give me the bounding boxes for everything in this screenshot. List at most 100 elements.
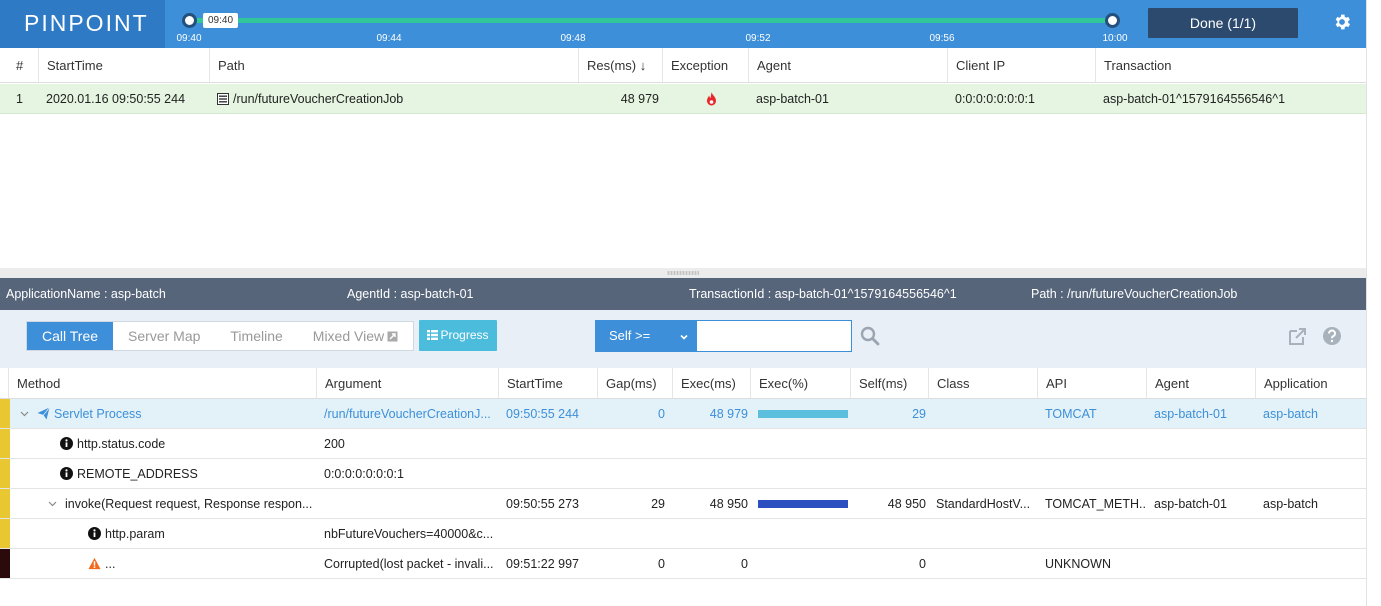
chevron-down-icon[interactable]	[48, 499, 57, 508]
timeline-tick: 09:52	[745, 33, 771, 44]
col-argument[interactable]: Argument	[316, 368, 499, 398]
col-exec-pct[interactable]: Exec(%)	[750, 368, 851, 398]
ct-class: StandardHostV...	[936, 496, 1031, 511]
info-icon	[60, 437, 73, 450]
ct-method-cell: http.param	[80, 519, 316, 548]
range-start-handle[interactable]	[182, 13, 197, 28]
col-method[interactable]: Method	[8, 368, 316, 398]
ct-agent: asp-batch-01	[1154, 496, 1227, 511]
tab-mixed-view-label: Mixed View	[312, 328, 385, 344]
tx-exception-cell	[698, 84, 738, 113]
call-tree-row[interactable]: http.status.code 200	[0, 429, 1366, 459]
info-transaction-id: TransactionId : asp-batch-01^15791645565…	[689, 287, 957, 301]
ct-gap: 29	[651, 496, 665, 511]
transaction-info-bar: ApplicationName : asp-batch AgentId : as…	[0, 278, 1366, 310]
col-self[interactable]: Self(ms)	[850, 368, 929, 398]
ct-self: 0	[919, 556, 926, 571]
ct-api: UNKNOWN	[1045, 556, 1111, 571]
open-new-window-icon[interactable]	[1287, 326, 1308, 347]
col-ct-starttime[interactable]: StartTime	[498, 368, 598, 398]
ct-api: TOMCAT	[1045, 406, 1097, 421]
col-exec[interactable]: Exec(ms)	[672, 368, 751, 398]
self-filter-label: Self >=	[609, 328, 651, 343]
ct-method-cell: ...	[80, 549, 316, 578]
col-transaction[interactable]: Transaction	[1095, 48, 1366, 82]
row-status-marker	[0, 489, 10, 518]
info-application-name: ApplicationName : asp-batch	[6, 287, 166, 301]
ct-exec-pct-cell	[750, 489, 851, 518]
range-end-handle[interactable]	[1105, 13, 1120, 28]
chevron-down-icon[interactable]	[20, 409, 29, 418]
tab-mixed-view[interactable]: Mixed View	[298, 322, 413, 350]
splitter-grip[interactable]	[667, 271, 699, 275]
window-scrollbar[interactable]	[1366, 0, 1381, 606]
col-starttime[interactable]: StartTime	[38, 48, 210, 82]
info-agent-id: AgentId : asp-batch-01	[347, 287, 474, 301]
ct-application: asp-batch	[1263, 406, 1318, 421]
timeline-tick: 09:56	[929, 33, 955, 44]
ct-starttime: 09:50:55 273	[506, 496, 579, 511]
ct-argument: /run/futureVoucherCreationJ...	[324, 406, 491, 421]
tab-timeline[interactable]: Timeline	[215, 322, 297, 350]
tx-num: 1	[16, 91, 23, 106]
info-icon	[60, 467, 73, 480]
warning-icon	[88, 557, 101, 570]
self-filter-input[interactable]	[696, 320, 852, 352]
tx-starttime: 2020.01.16 09:50:55 244	[46, 91, 186, 106]
ct-method: REMOTE_ADDRESS	[77, 466, 198, 481]
col-api[interactable]: API	[1037, 368, 1147, 398]
ct-argument: Corrupted(lost packet - invali...	[324, 556, 494, 571]
col-client-ip[interactable]: Client IP	[947, 48, 1095, 82]
external-link-icon	[387, 331, 398, 342]
ct-method-cell: http.status.code	[52, 429, 316, 458]
search-icon[interactable]	[860, 326, 880, 346]
row-status-marker	[0, 459, 10, 488]
ct-method-cell: invoke(Request request, Response respon.…	[40, 489, 316, 518]
detail-toolbar: Call Tree Server Map Timeline Mixed View…	[0, 310, 1366, 368]
row-status-marker	[0, 519, 10, 548]
call-tree-row[interactable]: REMOTE_ADDRESS 0:0:0:0:0:0:0:1	[0, 459, 1366, 489]
pinpoint-transaction-view: PINPOINT 09:40 09:40 09:44 09:48 09:52 0…	[0, 0, 1366, 606]
call-tree-row[interactable]: http.param nbFutureVouchers=40000&c...	[0, 519, 1366, 549]
ct-starttime: 09:51:22 997	[506, 556, 579, 571]
exec-percent-bar	[758, 409, 848, 418]
pinpoint-logo[interactable]: PINPOINT	[0, 0, 165, 48]
col-agent[interactable]: Agent	[748, 48, 947, 82]
ct-application: asp-batch	[1263, 496, 1318, 511]
transaction-row[interactable]: 1 2020.01.16 09:50:55 244 /run/futureVou…	[0, 84, 1366, 114]
info-icon	[88, 527, 101, 540]
col-gap[interactable]: Gap(ms)	[597, 368, 673, 398]
ct-exec-pct-cell	[750, 399, 851, 428]
col-num[interactable]: #	[8, 48, 38, 82]
timeline-tick: 10:00	[1102, 33, 1128, 44]
col-response-time[interactable]: Res(ms) ↓	[578, 48, 662, 82]
ct-argument: nbFutureVouchers=40000&c...	[324, 526, 494, 541]
tx-client-ip: 0:0:0:0:0:0:0:1	[955, 91, 1035, 106]
exec-percent-bar	[758, 499, 848, 508]
ct-gap: 0	[658, 556, 665, 571]
ct-method: http.status.code	[77, 436, 166, 451]
row-status-marker	[0, 429, 10, 458]
self-filter-select[interactable]: Self >=	[595, 320, 696, 352]
done-button[interactable]: Done (1/1)	[1148, 8, 1298, 38]
progress-button[interactable]: Progress	[419, 320, 497, 351]
call-tree-row[interactable]: Servlet Process /run/futureVoucherCreati…	[0, 399, 1366, 429]
ct-exec: 48 979	[709, 406, 748, 421]
col-class[interactable]: Class	[928, 368, 1038, 398]
col-application[interactable]: Application	[1255, 368, 1366, 398]
col-exception[interactable]: Exception	[662, 48, 748, 82]
tab-server-map[interactable]: Server Map	[113, 322, 215, 350]
col-path[interactable]: Path	[209, 48, 579, 82]
call-tree-row[interactable]: ... Corrupted(lost packet - invali... 09…	[0, 549, 1366, 579]
help-icon[interactable]	[1322, 326, 1342, 346]
time-range-track[interactable]	[189, 18, 1114, 23]
row-status-marker	[0, 399, 10, 428]
time-range-slider[interactable]: 09:40 09:40 09:44 09:48 09:52 09:56 10:0…	[165, 0, 1145, 48]
col-ct-agent[interactable]: Agent	[1146, 368, 1256, 398]
tab-call-tree[interactable]: Call Tree	[27, 322, 114, 350]
call-tree-row[interactable]: invoke(Request request, Response respon.…	[0, 489, 1366, 519]
gear-icon[interactable]	[1332, 12, 1352, 32]
pane-splitter[interactable]	[0, 268, 1366, 278]
ct-method: Servlet Process	[54, 406, 142, 421]
fire-icon	[707, 91, 716, 105]
